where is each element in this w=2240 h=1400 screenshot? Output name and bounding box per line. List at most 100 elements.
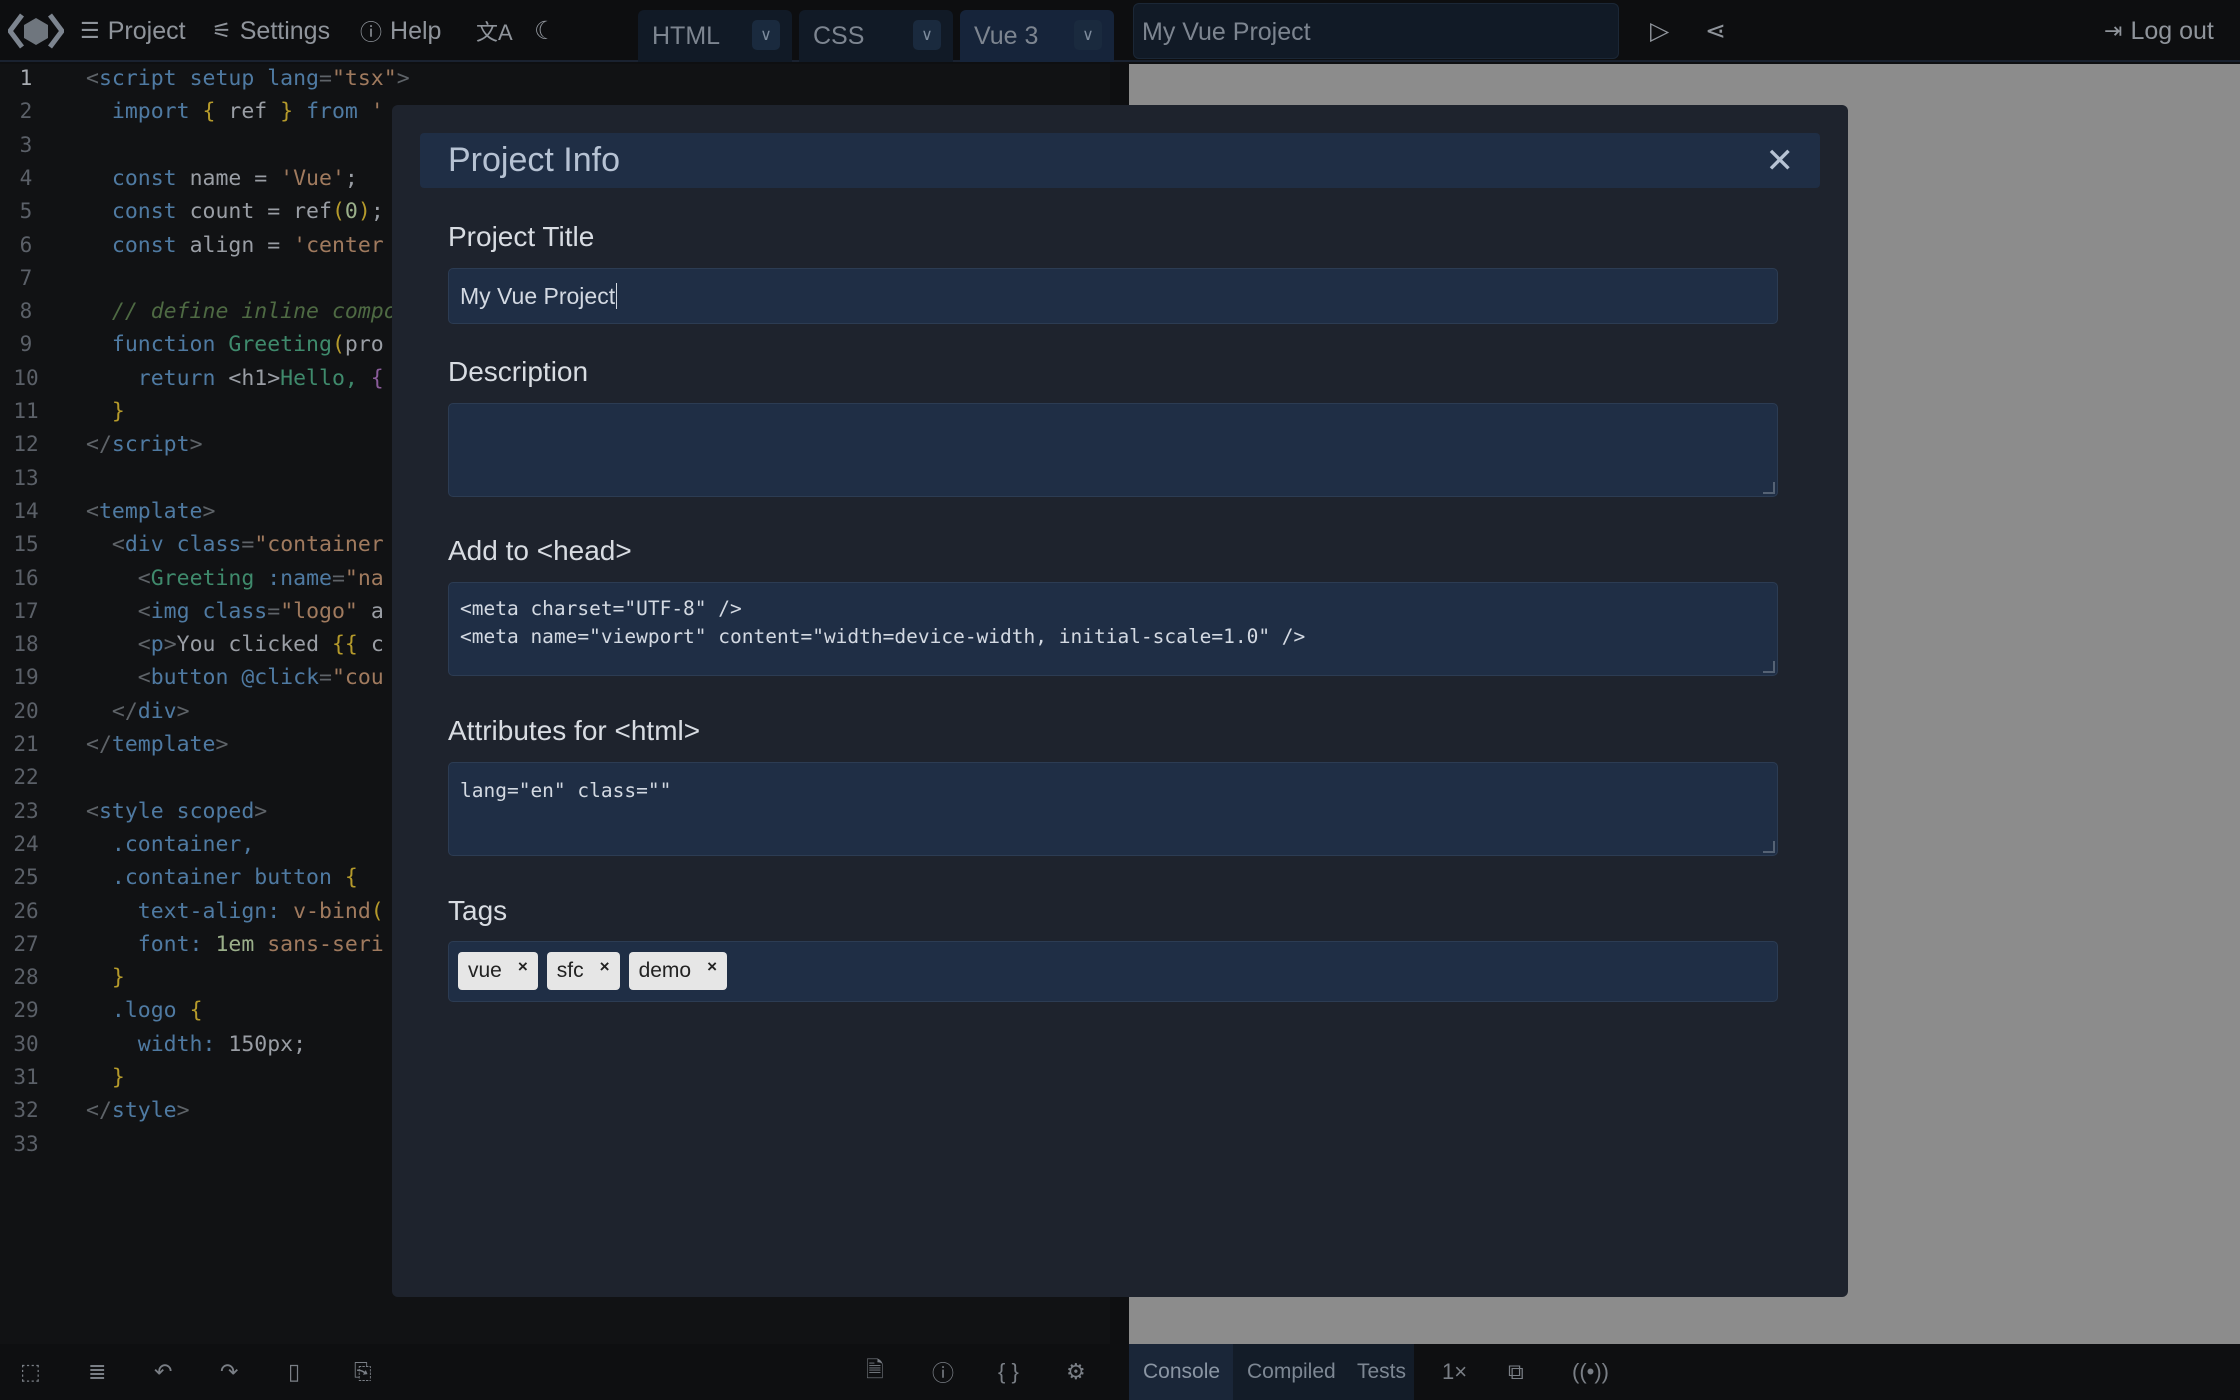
line-number: 26 bbox=[13, 898, 39, 923]
clipboard-icon[interactable]: ▯ bbox=[288, 1344, 300, 1400]
settings-icon[interactable]: ⚙ bbox=[1066, 1344, 1086, 1400]
description-field[interactable] bbox=[448, 403, 1778, 497]
file-icon[interactable]: 🗎 bbox=[866, 1344, 884, 1400]
line-number: 13 bbox=[13, 465, 39, 490]
code-token: import bbox=[86, 99, 203, 125]
framework-select[interactable]: Vue 3 ∨ bbox=[960, 10, 1114, 62]
translate-icon[interactable]: 文A bbox=[476, 0, 513, 62]
html-language-select[interactable]: HTML ∨ bbox=[638, 10, 792, 62]
project-info-dialog: Project Info ✕ Project Title My Vue Proj… bbox=[392, 105, 1848, 1297]
undo-icon[interactable]: ↶ bbox=[154, 1344, 172, 1400]
code-token: < bbox=[86, 532, 125, 558]
code-line: // define inline compo bbox=[86, 299, 397, 324]
line-number: 28 bbox=[13, 965, 39, 990]
tag-remove-icon[interactable]: × bbox=[600, 957, 610, 977]
code-line: <img class="logo" a bbox=[86, 599, 384, 624]
zoom-button[interactable]: 1× bbox=[1442, 1344, 1467, 1400]
line-number: 18 bbox=[13, 632, 39, 657]
code-token: const bbox=[86, 165, 190, 191]
moon-icon[interactable]: ☾ bbox=[534, 0, 556, 62]
resize-handle[interactable] bbox=[1763, 661, 1775, 673]
html-attributes-value: lang="en" class="" bbox=[460, 779, 672, 802]
share-icon[interactable]: ⋖ bbox=[1705, 0, 1726, 62]
code-token: > bbox=[189, 432, 203, 458]
code-token: Greeting bbox=[228, 332, 332, 358]
code-line: </template> bbox=[86, 732, 228, 757]
tag-remove-icon[interactable]: × bbox=[707, 957, 717, 977]
tags-field[interactable]: vue × sfc × demo × bbox=[448, 941, 1778, 1002]
code-token: ; bbox=[370, 199, 384, 225]
code-token: font: bbox=[86, 931, 216, 957]
code-token: = bbox=[319, 66, 332, 91]
line-number: 33 bbox=[13, 1131, 39, 1156]
menu-settings[interactable]: ⚟ Settings bbox=[212, 0, 330, 62]
line-number: 11 bbox=[13, 399, 39, 423]
code-token: = bbox=[331, 565, 345, 591]
logout-label: Log out bbox=[2130, 16, 2214, 45]
code-token: pro bbox=[344, 332, 384, 358]
code-token: .logo bbox=[86, 998, 190, 1024]
code-token: "container bbox=[254, 532, 384, 558]
code-line: const align = 'center bbox=[86, 233, 384, 258]
tag-remove-icon[interactable]: × bbox=[518, 957, 528, 977]
menu-icon: ☰ bbox=[80, 18, 100, 43]
code-token: .container, bbox=[86, 831, 255, 857]
code-token: ) bbox=[357, 199, 371, 225]
tag-chip: sfc × bbox=[546, 952, 620, 990]
code-token: > bbox=[176, 698, 190, 724]
code-token: button bbox=[150, 665, 242, 691]
code-token: template bbox=[98, 498, 203, 524]
code-line: </style> bbox=[86, 1098, 190, 1123]
code-token: > bbox=[163, 632, 177, 658]
code-token: } bbox=[280, 99, 307, 125]
code-token: a bbox=[370, 598, 384, 624]
code-token: 150px bbox=[228, 1031, 294, 1057]
code-token: { bbox=[189, 998, 203, 1024]
code-token: ref bbox=[228, 99, 281, 125]
code-token: v-bind bbox=[293, 898, 371, 924]
code-token: style bbox=[111, 1098, 177, 1124]
menu-help[interactable]: ⓘ Help bbox=[360, 0, 441, 62]
project-title-value: My Vue Project bbox=[460, 283, 616, 309]
code-line: return <h1>Hello, { bbox=[86, 366, 384, 391]
chevron-down-icon: ∨ bbox=[1074, 20, 1102, 50]
resize-handle[interactable] bbox=[1763, 841, 1775, 853]
logout-button[interactable]: ⇥ Log out bbox=[2104, 0, 2214, 62]
code-token: ( bbox=[331, 332, 345, 358]
html-attributes-field[interactable]: lang="en" class="" bbox=[448, 762, 1778, 856]
head-field[interactable]: <meta charset="UTF-8" /> <meta name="vie… bbox=[448, 582, 1778, 676]
project-title-field[interactable]: My Vue Project bbox=[448, 268, 1778, 324]
format-icon[interactable]: ≣ bbox=[88, 1344, 106, 1400]
resize-handle[interactable] bbox=[1763, 482, 1775, 494]
line-number: 6 bbox=[19, 232, 33, 257]
play-icon[interactable]: ▷ bbox=[1650, 0, 1669, 62]
tag-label: vue bbox=[468, 959, 502, 982]
copy-icon[interactable]: ⎘ bbox=[354, 1344, 372, 1400]
code-token: = bbox=[241, 532, 255, 558]
tab-compiled[interactable]: Compiled bbox=[1233, 1344, 1343, 1400]
tag-label: demo bbox=[638, 959, 692, 982]
code-token: .container button bbox=[86, 865, 345, 891]
line-number: 25 bbox=[13, 865, 39, 890]
close-icon[interactable]: ✕ bbox=[1766, 141, 1795, 181]
info-icon[interactable]: ⓘ bbox=[932, 1344, 954, 1400]
open-external-icon[interactable]: ⧉ bbox=[1508, 1344, 1524, 1400]
tab-tests[interactable]: Tests bbox=[1343, 1344, 1414, 1400]
code-line: function Greeting(pro bbox=[86, 332, 384, 357]
line-number: 4 bbox=[19, 165, 33, 190]
code-token: style bbox=[98, 798, 177, 824]
braces-icon[interactable]: { } bbox=[998, 1344, 1019, 1400]
logo-icon[interactable] bbox=[8, 0, 64, 62]
code-token: count = ref bbox=[189, 199, 332, 225]
code-token: 0 bbox=[344, 199, 358, 225]
menu-project[interactable]: ☰ Project bbox=[80, 0, 186, 62]
code-token: p bbox=[150, 632, 164, 658]
redo-icon[interactable]: ↷ bbox=[220, 1344, 238, 1400]
select-icon[interactable]: ⬚ bbox=[20, 1344, 41, 1400]
css-language-select[interactable]: CSS ∨ bbox=[799, 10, 953, 62]
project-title-input[interactable]: My Vue Project bbox=[1133, 3, 1619, 59]
tab-console[interactable]: Console bbox=[1129, 1344, 1233, 1400]
code-token: name = bbox=[189, 165, 281, 191]
chevron-down-icon: ∨ bbox=[913, 20, 941, 50]
broadcast-icon[interactable]: ((•)) bbox=[1572, 1344, 1609, 1400]
